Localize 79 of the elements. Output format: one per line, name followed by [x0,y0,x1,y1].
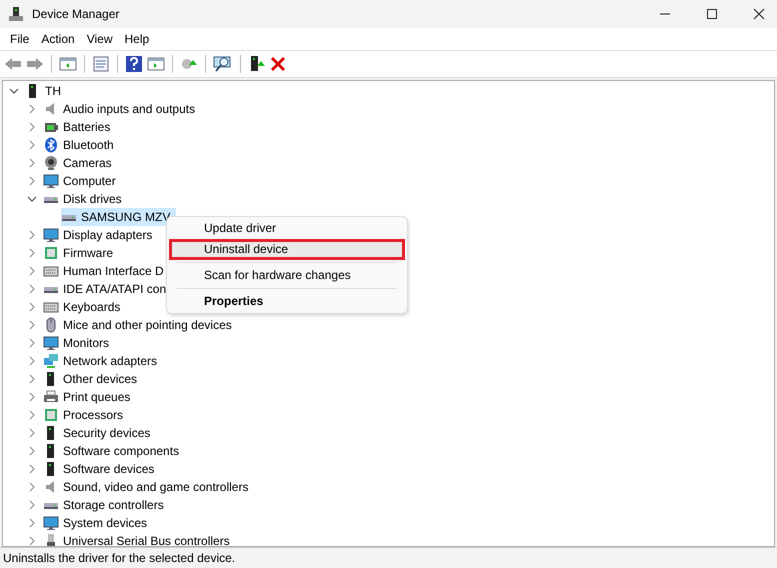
tree-item[interactable]: Keyboards [43,298,126,316]
expand-icon[interactable] [27,374,37,384]
expand-icon[interactable] [27,248,37,258]
tree-item[interactable]: Human Interface D [43,262,170,280]
expand-icon[interactable] [27,230,37,240]
menu-item[interactable]: Uninstall device [169,239,405,260]
monitor-icon [43,173,59,189]
monitor-icon [43,515,59,531]
panel-icon[interactable] [147,56,165,72]
tree-item[interactable]: Sound, video and game controllers [43,478,254,496]
menu-item[interactable]: Help [118,32,156,46]
tree-item[interactable]: SAMSUNG MZV [61,208,176,226]
monitor-icon [43,335,59,351]
scan-icon[interactable] [213,55,233,73]
tree-item[interactable]: Cameras [43,154,118,172]
tree-item[interactable]: TH [25,82,67,100]
tree-item[interactable]: Security devices [43,424,156,442]
expand-icon[interactable] [27,356,37,366]
expand-icon[interactable] [27,266,37,276]
tree-item[interactable]: Universal Serial Bus controllers [43,532,236,546]
help-icon[interactable] [125,55,143,73]
expand-icon[interactable] [27,320,37,330]
network-icon [43,353,59,369]
expand-icon[interactable] [27,284,37,294]
close-icon[interactable] [753,8,765,20]
tree-item[interactable]: Computer [43,172,122,190]
forward-icon[interactable] [26,56,44,72]
add-device-icon[interactable] [248,55,266,73]
expand-icon[interactable] [27,158,37,168]
printer-icon [43,389,59,405]
update-icon[interactable] [180,56,198,72]
expand-icon[interactable] [27,500,37,510]
expand-icon[interactable] [27,428,37,438]
collapse-icon[interactable] [9,86,19,96]
tree-item[interactable]: Display adapters [43,226,158,244]
chip-icon [43,407,59,423]
expand-icon[interactable] [27,536,37,546]
maximize-icon[interactable] [706,8,718,20]
tree-item[interactable]: Processors [43,406,130,424]
expand-icon[interactable] [27,446,37,456]
tree-item[interactable]: Monitors [43,334,116,352]
chip-icon [43,245,59,261]
tree-item[interactable]: Disk drives [43,190,128,208]
back-icon[interactable] [4,56,22,72]
tree-item[interactable]: Mice and other pointing devices [43,316,238,334]
expand-icon[interactable] [27,302,37,312]
expand-icon[interactable] [27,410,37,420]
tree-item[interactable]: Software components [43,442,186,460]
window-title: Device Manager [32,7,120,21]
expand-icon[interactable] [27,482,37,492]
menu-item[interactable]: File [4,32,36,46]
expand-icon[interactable] [27,140,37,150]
tree-item[interactable]: Storage controllers [43,496,170,514]
tree-item[interactable]: Audio inputs and outputs [43,100,202,118]
expand-icon[interactable] [27,392,37,402]
expand-icon[interactable] [27,176,37,186]
expand-icon[interactable] [27,464,37,474]
device-icon [8,6,24,22]
menu-item[interactable]: View [80,32,118,46]
expand-icon[interactable] [27,122,37,132]
tree-item[interactable]: System devices [43,514,154,532]
tree-item[interactable]: Batteries [43,118,116,136]
tree-item[interactable]: Other devices [43,370,144,388]
panel-icon[interactable] [59,56,77,72]
tree-item[interactable]: Bluetooth [43,136,120,154]
delete-icon[interactable] [270,56,286,72]
tree-item[interactable]: Network adapters [43,352,164,370]
tree-item[interactable]: Print queues [43,388,136,406]
expand-icon[interactable] [27,518,37,528]
collapse-icon[interactable] [27,194,37,204]
expand-icon[interactable] [27,104,37,114]
properties-icon[interactable] [92,56,110,72]
menu-item[interactable]: Action [35,32,81,46]
expand-icon[interactable] [27,338,37,348]
tree-item[interactable]: Software devices [43,460,160,478]
tree-item[interactable]: Firmware [43,244,119,262]
camera-icon [43,155,59,171]
bluetooth-icon [43,137,59,153]
monitor-icon [43,227,59,243]
